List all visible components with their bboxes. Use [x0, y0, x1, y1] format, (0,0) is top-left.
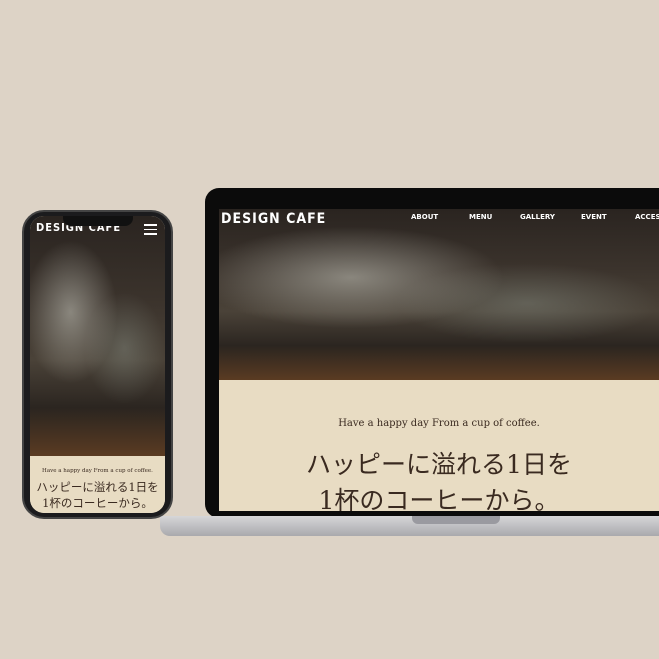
phone-tagline: Have a happy day From a cup of coffee. — [42, 468, 153, 474]
tagline: Have a happy day From a cup of coffee. — [338, 418, 540, 429]
hamburger-icon[interactable] — [144, 224, 157, 238]
laptop-screen: DESIGN CAFE ABOUT MENU GALLERY EVENT ACC… — [219, 209, 659, 511]
phone-hero-copy: Have a happy day From a cup of coffee. ハ… — [30, 456, 165, 513]
laptop-base — [160, 516, 659, 536]
headline-line2: 1杯のコーヒーから。 — [318, 486, 560, 511]
nav-event[interactable]: EVENT — [581, 213, 607, 221]
hero-photo — [219, 209, 659, 380]
site-logo[interactable]: DESIGN CAFE — [221, 211, 326, 227]
phone-headline-line2: 1杯のコーヒーから。 — [42, 496, 153, 510]
nav-menu[interactable]: MENU — [469, 213, 492, 221]
phone-notch — [63, 216, 133, 226]
phone-hero-photo — [30, 216, 165, 456]
laptop-notch — [412, 516, 500, 524]
phone-screen: DESIGN CAFE Have a happy day From a cup … — [30, 216, 165, 513]
headline-line1: ハッピーに溢れる1日を — [306, 450, 572, 479]
phone-headline-line1: ハッピーに溢れる1日を — [36, 480, 159, 494]
nav-about[interactable]: ABOUT — [411, 213, 438, 221]
nav-access[interactable]: ACCESS — [635, 213, 659, 221]
nav-gallery[interactable]: GALLERY — [520, 213, 555, 221]
hero-copy: Have a happy day From a cup of coffee. ハ… — [219, 380, 659, 511]
